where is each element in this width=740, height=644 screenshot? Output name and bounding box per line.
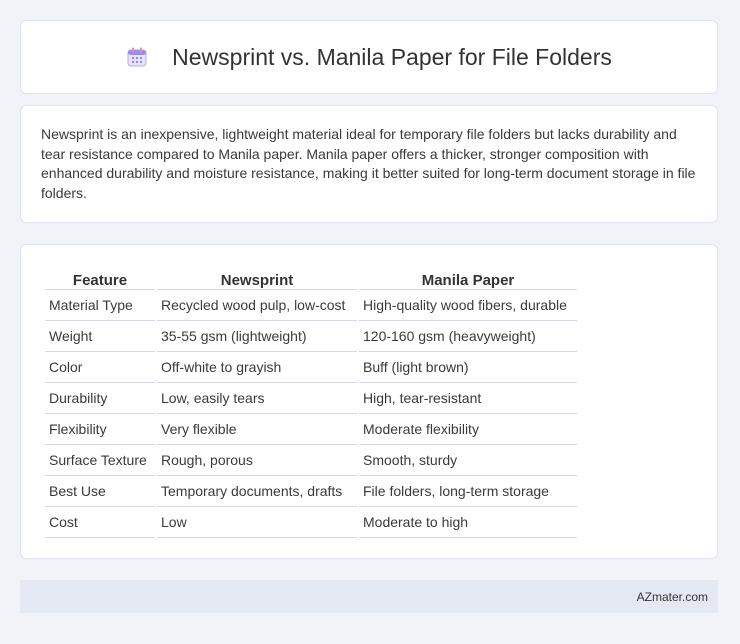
newsprint-cell: Very flexible [157, 414, 357, 445]
feature-cell: Cost [45, 507, 155, 538]
table-header-row: Feature Newsprint Manila Paper [45, 265, 577, 290]
page-title: Newsprint vs. Manila Paper for File Fold… [172, 43, 612, 70]
table-row: Cost Low Moderate to high [45, 507, 577, 538]
table-row: Color Off-white to grayish Buff (light b… [45, 352, 577, 383]
intro-paragraph: Newsprint is an inexpensive, lightweight… [41, 126, 696, 201]
column-header-feature: Feature [45, 265, 155, 290]
title-card: Newsprint vs. Manila Paper for File Fold… [20, 20, 718, 94]
feature-cell: Material Type [45, 290, 155, 321]
manila-cell: File folders, long-term storage [359, 476, 577, 507]
manila-cell: Moderate to high [359, 507, 577, 538]
feature-cell: Color [45, 352, 155, 383]
feature-cell: Flexibility [45, 414, 155, 445]
footer-bar: AZmater.com [20, 580, 718, 613]
column-header-manila: Manila Paper [359, 265, 577, 290]
newsprint-cell: Low, easily tears [157, 383, 357, 414]
table-row: Weight 35-55 gsm (lightweight) 120-160 g… [45, 321, 577, 352]
newsprint-cell: Recycled wood pulp, low-cost [157, 290, 357, 321]
feature-cell: Durability [45, 383, 155, 414]
manila-cell: Moderate flexibility [359, 414, 577, 445]
newsprint-cell: Off-white to grayish [157, 352, 357, 383]
table-row: Surface Texture Rough, porous Smooth, st… [45, 445, 577, 476]
manila-cell: High-quality wood fibers, durable [359, 290, 577, 321]
newsprint-cell: 35-55 gsm (lightweight) [157, 321, 357, 352]
manila-cell: 120-160 gsm (heavyweight) [359, 321, 577, 352]
footer-brand: AZmater.com [636, 589, 708, 604]
table-row: Best Use Temporary documents, drafts Fil… [45, 476, 577, 507]
column-header-newsprint: Newsprint [157, 265, 357, 290]
manila-cell: Smooth, sturdy [359, 445, 577, 476]
calendar-icon [126, 46, 148, 68]
feature-cell: Surface Texture [45, 445, 155, 476]
newsprint-cell: Temporary documents, drafts [157, 476, 357, 507]
newsprint-cell: Rough, porous [157, 445, 357, 476]
newsprint-cell: Low [157, 507, 357, 538]
manila-cell: Buff (light brown) [359, 352, 577, 383]
table-row: Material Type Recycled wood pulp, low-co… [45, 290, 577, 321]
table-row: Durability Low, easily tears High, tear-… [45, 383, 577, 414]
intro-card: Newsprint is an inexpensive, lightweight… [20, 105, 718, 223]
table-row: Flexibility Very flexible Moderate flexi… [45, 414, 577, 445]
comparison-table-card: Feature Newsprint Manila Paper Material … [20, 244, 718, 559]
manila-cell: High, tear-resistant [359, 383, 577, 414]
comparison-table: Feature Newsprint Manila Paper Material … [43, 265, 579, 538]
feature-cell: Weight [45, 321, 155, 352]
feature-cell: Best Use [45, 476, 155, 507]
